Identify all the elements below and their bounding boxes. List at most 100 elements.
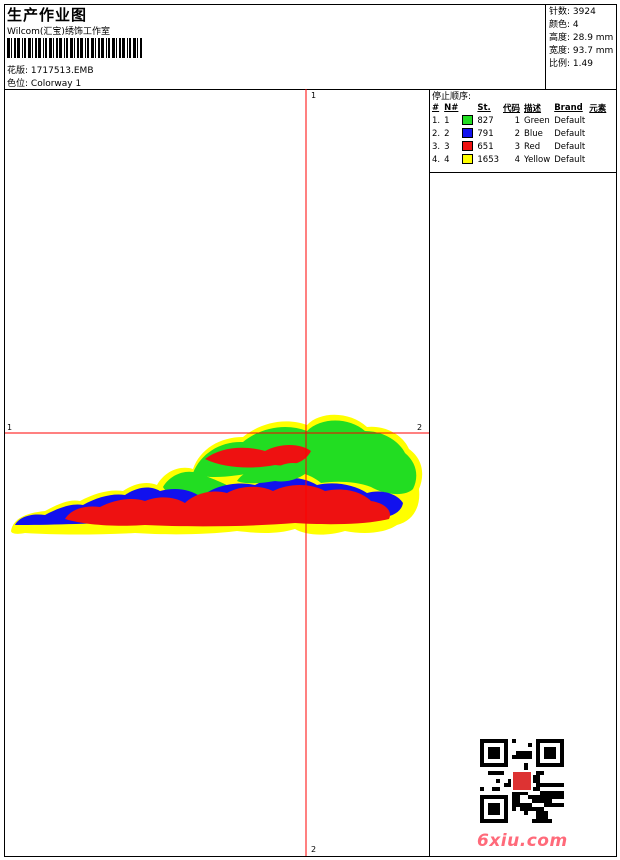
cell-brand: Default [554,141,586,152]
qr-module [544,815,548,819]
cell-st: 1653 [477,154,500,165]
barcode-bar [87,38,89,58]
qr-module [536,811,540,815]
qr-module [548,783,552,787]
table-row: 1. 1 827 1 Green Default [431,114,609,127]
barcode-bar [49,38,52,58]
barcode-bar [28,38,31,58]
qr-module [544,799,548,803]
cell-desc: Green [524,115,550,126]
qr-module [548,791,552,795]
barcode-bar [137,38,138,58]
cell-idx: 4. [432,154,441,165]
stat-width: 宽度: 93.7 mm [549,46,614,56]
cell-idx: 2. [432,128,441,139]
qr-module [536,771,540,775]
axis-label-left: 1 [7,423,13,432]
cell-code: 4 [514,154,521,165]
qr-finder-module [488,747,500,759]
cell-n: 4 [444,154,450,165]
barcode-bar [56,38,58,58]
color-swatch [462,128,474,139]
qr-module [512,799,516,803]
barcode-bar [11,38,12,58]
qr-module [520,755,524,759]
barcode-bar [91,38,94,58]
cell-st: 651 [477,141,494,152]
studio-name: Wilcom(汇宝)绣饰工作室 [7,27,110,37]
cell-element [588,140,609,153]
qr-module [520,751,524,755]
col-header: # [432,102,440,113]
qr-module [524,755,528,759]
col-header: 描述 [524,103,542,114]
cell-desc: Blue [524,128,543,139]
embroidery-preview [5,89,429,856]
color-swatch [462,154,474,165]
stat-height: 高度: 28.9 mm [549,33,614,43]
cell-element [588,114,609,127]
color-swatch-cell [461,127,476,140]
colorway-label: 色位: [7,79,29,89]
qr-module [516,751,520,755]
design-stats: 针数: 3924 颜色: 4 高度: 28.9 mm 宽度: 93.7 mm 比… [545,5,616,89]
qr-module [504,783,508,787]
table-row: 4. 4 1653 4 Yellow Default [431,153,609,166]
cell-st: 827 [477,115,494,126]
qr-module [544,783,548,787]
color-swatch-cell [461,153,476,166]
barcode-bar [127,38,128,58]
cell-element [588,153,609,166]
barcode-bar [98,38,100,58]
qr-module [552,795,556,799]
qr-module [532,799,536,803]
barcode-bar [53,38,54,58]
qr-module [528,743,532,747]
stat-stitches: 针数: 3924 [549,7,596,17]
barcode-bar [14,38,16,58]
qr-module [532,807,536,811]
qr-finder-module [488,803,500,815]
qr-module [552,783,556,787]
qr-module [528,807,532,811]
qr-module [536,819,540,823]
qr-module [544,819,548,823]
col-header: St. [477,102,491,113]
cell-n: 3 [444,141,450,152]
barcode-bar [80,38,83,58]
barcode-bar [116,38,117,58]
color-swatch [462,115,474,126]
qr-module [528,803,532,807]
qr-module [524,807,528,811]
col-header [461,101,476,114]
barcode-bar [24,38,26,58]
qr-module [556,803,560,807]
barcode [7,38,142,58]
qr-module [556,795,560,799]
qr-center-logo [511,770,533,792]
table-row: 2. 2 791 2 Blue Default [431,127,609,140]
qr-module [556,791,560,795]
cell-idx: 1. [432,115,441,126]
cell-desc: Yellow [524,154,551,165]
qr-module [480,787,484,791]
qr-module [540,819,544,823]
worksheet-header: 生产作业图 Wilcom(汇宝)绣饰工作室 花版: 1717513.EMB 色位… [5,5,616,90]
qr-module [544,791,548,795]
qr-module [496,779,500,783]
qr-module [536,799,540,803]
barcode-bar [106,38,107,58]
qr-module [560,783,564,787]
design-file-label: 花版: [7,66,29,76]
qr-module [520,807,524,811]
qr-module [520,803,524,807]
qr-module [552,791,556,795]
color-swatch-cell [461,140,476,153]
barcode-bar [70,38,73,58]
qr-module [540,771,544,775]
qr-module [516,799,520,803]
barcode-bar [119,38,121,58]
axis-label-top: 1 [311,91,317,100]
qr-module [552,803,556,807]
barcode-bar [108,38,110,58]
